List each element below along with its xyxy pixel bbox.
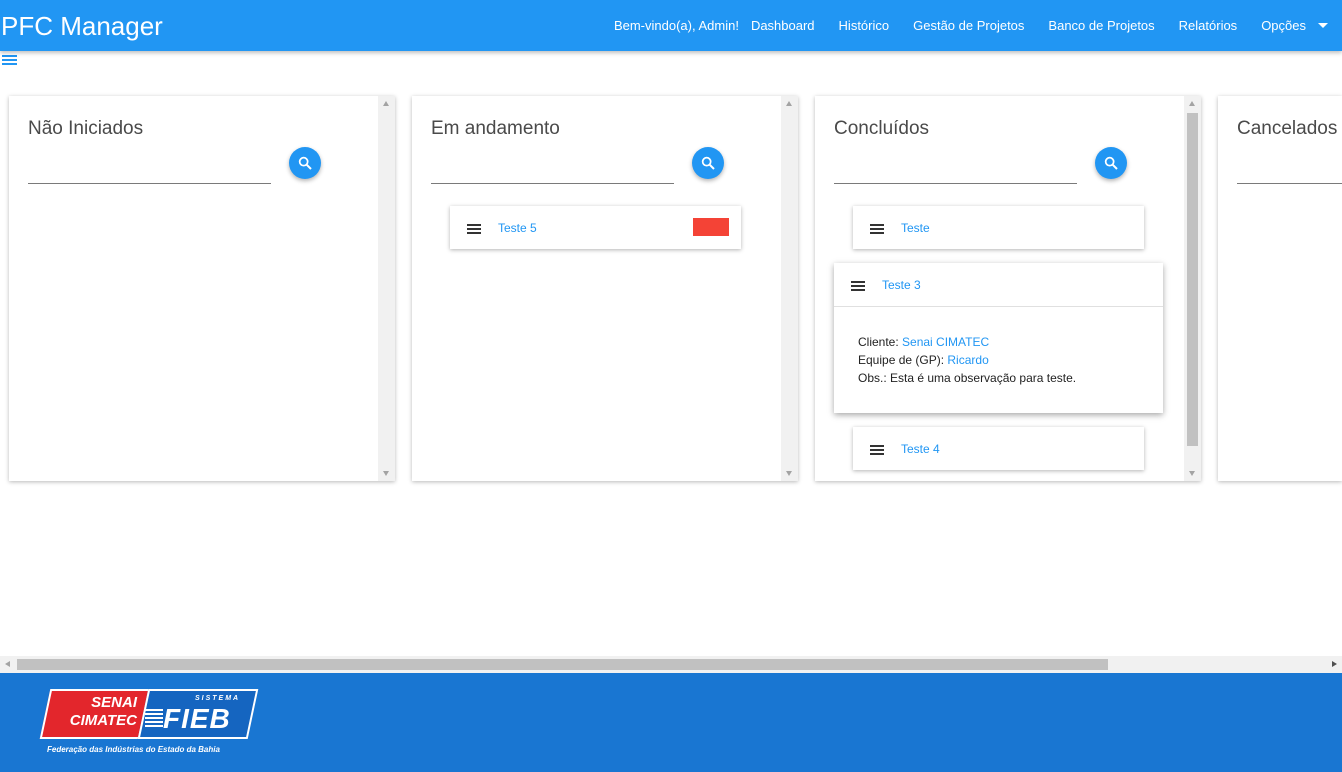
search-icon <box>1104 156 1118 170</box>
column-title: Em andamento <box>431 118 560 139</box>
nav-menu: Bem-vindo(a), Admin! Dashboard Histórico… <box>614 0 1342 51</box>
logo-fieb-text: FIEB <box>163 703 231 734</box>
logo-tagline: Federação das Indústrias do Estado da Ba… <box>47 745 220 754</box>
column-concluidos: Concluídos Teste Teste 3 Cliente: Senai … <box>815 96 1201 481</box>
drag-handle-icon[interactable] <box>851 281 865 291</box>
logo-senai-text: SENAI <box>91 694 137 711</box>
equipe-label: Equipe de (GP): <box>858 353 945 367</box>
equipe-row: Equipe de (GP): Ricardo <box>858 351 1076 369</box>
logo-cimatec-text: CIMATEC <box>69 712 137 729</box>
scroll-right-icon[interactable] <box>1332 661 1337 667</box>
obs-row: Obs.: Esta é uma observação para teste. <box>858 371 1077 385</box>
vertical-scrollbar[interactable] <box>1184 96 1201 481</box>
senai-fieb-logo: SENAI CIMATEC SISTEMA FIEB Federação das … <box>39 689 259 759</box>
drag-handle-icon[interactable] <box>467 224 481 234</box>
top-navbar: PFC Manager Bem-vindo(a), Admin! Dashboa… <box>0 0 1342 51</box>
opcoes-dropdown-icon[interactable] <box>1318 23 1328 28</box>
cliente-label: Cliente: <box>858 335 899 349</box>
nav-relatorios[interactable]: Relatórios <box>1179 18 1238 33</box>
logo-sistema-text: SISTEMA <box>195 695 241 702</box>
search-icon <box>298 156 312 170</box>
column-title: Não Iniciados <box>28 118 144 139</box>
scrollbar-thumb[interactable] <box>1187 113 1198 446</box>
search-button[interactable] <box>1095 147 1127 179</box>
column-em-andamento: Em andamento Teste 5 <box>412 96 798 481</box>
project-card[interactable]: Teste 5 <box>450 206 741 249</box>
project-title[interactable]: Teste 3 <box>882 278 921 292</box>
vertical-scrollbar[interactable] <box>781 96 798 481</box>
sidebar-toggle-icon[interactable] <box>2 55 17 67</box>
card-divider <box>834 306 1163 307</box>
nav-historico[interactable]: Histórico <box>839 18 890 33</box>
nav-gestao-projetos[interactable]: Gestão de Projetos <box>913 18 1024 33</box>
project-title[interactable]: Teste <box>901 221 930 235</box>
app-brand[interactable]: PFC Manager <box>1 11 163 41</box>
project-details: Cliente: Senai CIMATEC Equipe de (GP): R… <box>858 333 1076 387</box>
search-button[interactable] <box>692 147 724 179</box>
welcome-text: Bem-vindo(a), Admin! <box>613 18 739 33</box>
project-title[interactable]: Teste 5 <box>498 221 537 235</box>
nav-banco-projetos[interactable]: Banco de Projetos <box>1048 18 1154 33</box>
column-title: Concluídos <box>834 118 930 139</box>
column-search-input[interactable] <box>431 154 674 184</box>
scroll-left-icon[interactable] <box>5 661 10 667</box>
vertical-scrollbar[interactable] <box>378 96 395 481</box>
search-button[interactable] <box>289 147 321 179</box>
project-title[interactable]: Teste 4 <box>901 442 940 456</box>
scrollbar-thumb[interactable] <box>17 659 1108 670</box>
status-color-badge <box>693 218 729 236</box>
drag-handle-icon[interactable] <box>870 445 884 455</box>
horizontal-scrollbar[interactable] <box>0 656 1342 673</box>
project-card[interactable]: Teste 4 <box>853 427 1144 470</box>
search-icon <box>701 156 715 170</box>
nav-dashboard[interactable]: Dashboard <box>751 18 815 33</box>
column-cancelados: Cancelados <box>1218 96 1342 481</box>
column-search-input[interactable] <box>1237 154 1342 184</box>
equipe-value[interactable]: Ricardo <box>947 353 988 367</box>
nav-opcoes[interactable]: Opções <box>1261 18 1306 33</box>
footer: SENAI CIMATEC SISTEMA FIEB Federação das … <box>0 673 1342 772</box>
column-search-input[interactable] <box>834 154 1077 184</box>
drag-handle-icon[interactable] <box>870 224 884 234</box>
cliente-row: Cliente: Senai CIMATEC <box>858 333 1076 351</box>
project-card[interactable]: Teste <box>853 206 1144 249</box>
column-search-input[interactable] <box>28 154 271 184</box>
column-title: Cancelados <box>1237 118 1338 139</box>
column-nao-iniciados: Não Iniciados <box>9 96 395 481</box>
cliente-value[interactable]: Senai CIMATEC <box>902 335 989 349</box>
project-card-expanded[interactable]: Teste 3 Cliente: Senai CIMATEC Equipe de… <box>834 263 1163 413</box>
